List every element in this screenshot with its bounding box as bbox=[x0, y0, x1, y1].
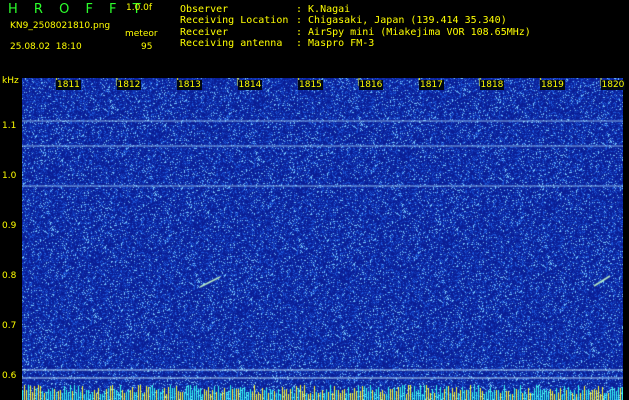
receiver-label: Receiver bbox=[180, 27, 229, 38]
header-panel: H R O F F T 1.0.0f KN9_2508021810.png me… bbox=[0, 0, 629, 76]
spectrogram bbox=[22, 78, 623, 400]
x-tick-label: 1819 bbox=[540, 80, 565, 90]
y-tick-label: 0.6 bbox=[2, 371, 17, 381]
x-tick-label: 1812 bbox=[116, 80, 142, 90]
observer-value: : K.Nagai bbox=[296, 4, 351, 15]
y-tick-label: 0.7 bbox=[2, 321, 17, 331]
location-value: : Chigasaki, Japan (139.414 35.340) bbox=[296, 15, 507, 26]
y-tick-label: 1.0 bbox=[2, 171, 17, 181]
file-name: KN9_2508021810.png bbox=[10, 21, 111, 31]
x-tick-label: 1818 bbox=[479, 80, 505, 90]
timestamp: 25.08.02 18:10 bbox=[10, 42, 82, 52]
x-tick-label: 1814 bbox=[237, 80, 263, 90]
observer-label: Observer bbox=[180, 4, 229, 15]
antenna-label: Receiving antenna bbox=[180, 38, 283, 49]
x-tick-label: 1813 bbox=[177, 80, 202, 90]
x-tick-label: 1815 bbox=[298, 80, 323, 90]
event-count: 95 bbox=[141, 42, 153, 52]
y-tick-label: 1.1 bbox=[2, 121, 17, 131]
receiver-value: : AirSpy mini (Miakejima VOR 108.65MHz) bbox=[296, 27, 531, 38]
y-tick-label: 0.9 bbox=[2, 221, 17, 231]
y-tick-label: 0.8 bbox=[2, 271, 17, 281]
x-tick-label: 1817 bbox=[419, 80, 444, 90]
app-version: 1.0.0f bbox=[126, 3, 153, 13]
frequency-unit-label: kHz bbox=[2, 76, 19, 86]
location-label: Receiving Location bbox=[180, 15, 289, 26]
mode-label: meteor bbox=[125, 29, 158, 39]
x-tick-label: 1820 bbox=[600, 80, 626, 90]
antenna-value: : Maspro FM-3 bbox=[296, 38, 375, 49]
x-tick-label: 1811 bbox=[56, 80, 81, 90]
x-tick-label: 1816 bbox=[358, 80, 384, 90]
